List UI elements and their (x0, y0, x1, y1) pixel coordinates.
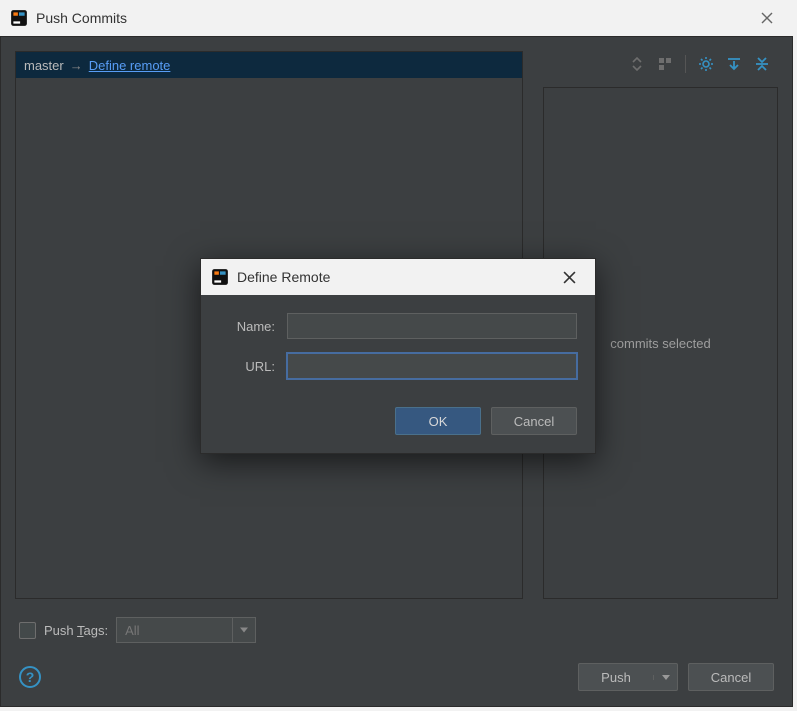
name-row: Name: (219, 313, 577, 339)
modal-cancel-button[interactable]: Cancel (491, 407, 577, 435)
gear-icon (698, 56, 714, 72)
group-by-button[interactable] (653, 52, 677, 76)
chevron-down-icon (662, 675, 670, 680)
help-icon: ? (26, 669, 35, 685)
push-button-main[interactable]: Push (579, 670, 653, 685)
push-split-button[interactable]: Push (578, 663, 678, 691)
ok-button-label: OK (429, 414, 448, 429)
name-label: Name: (219, 319, 275, 334)
ok-button[interactable]: OK (395, 407, 481, 435)
collapse-down-icon (726, 56, 742, 72)
collapse-all-button[interactable] (750, 52, 774, 76)
window-title: Push Commits (36, 10, 127, 26)
modal-title: Define Remote (237, 269, 330, 285)
push-tags-select[interactable]: All (116, 617, 256, 643)
push-tags-row: Push Tags: All (19, 612, 774, 648)
local-branch-label: master (24, 58, 64, 73)
collapse-unchanged-button[interactable] (722, 52, 746, 76)
expand-all-button[interactable] (625, 52, 649, 76)
dialog-button-row: ? Push Cancel (19, 662, 774, 692)
app-icon (211, 268, 229, 286)
close-icon (563, 271, 576, 284)
remote-name-input[interactable] (287, 313, 577, 339)
push-button-dropdown[interactable] (653, 675, 677, 680)
cancel-button[interactable]: Cancel (688, 663, 774, 691)
modal-body: Name: URL: (201, 295, 595, 397)
define-remote-link[interactable]: Define remote (89, 58, 171, 73)
settings-gear-button[interactable] (694, 52, 718, 76)
no-commits-label: commits selected (610, 336, 710, 351)
push-tags-selected: All (125, 623, 139, 638)
modal-titlebar: Define Remote (201, 259, 595, 295)
cancel-button-label: Cancel (711, 670, 751, 685)
modal-close-button[interactable] (553, 261, 585, 293)
modal-footer: OK Cancel (201, 397, 595, 453)
chevron-down-icon (240, 628, 248, 633)
branch-row[interactable]: master → Define remote (16, 52, 522, 78)
push-commits-window: Push Commits master → Define remote (0, 0, 797, 711)
push-tags-checkbox[interactable] (19, 622, 36, 639)
url-label: URL: (219, 359, 275, 374)
window-titlebar: Push Commits (0, 0, 797, 36)
push-button-label: Push (601, 670, 631, 685)
push-tags-label[interactable]: Push Tags: (44, 623, 108, 638)
help-button[interactable]: ? (19, 666, 41, 688)
toolbar-separator (685, 55, 686, 73)
diff-toolbar (543, 51, 778, 77)
remote-url-input[interactable] (287, 353, 577, 379)
modal-cancel-label: Cancel (514, 414, 554, 429)
close-icon (761, 12, 773, 24)
app-icon (10, 9, 28, 27)
window-close-button[interactable] (747, 0, 787, 36)
url-row: URL: (219, 353, 577, 379)
define-remote-dialog: Define Remote Name: URL: OK (200, 258, 596, 454)
collapse-center-icon (754, 56, 770, 72)
arrow-icon: → (70, 58, 83, 73)
